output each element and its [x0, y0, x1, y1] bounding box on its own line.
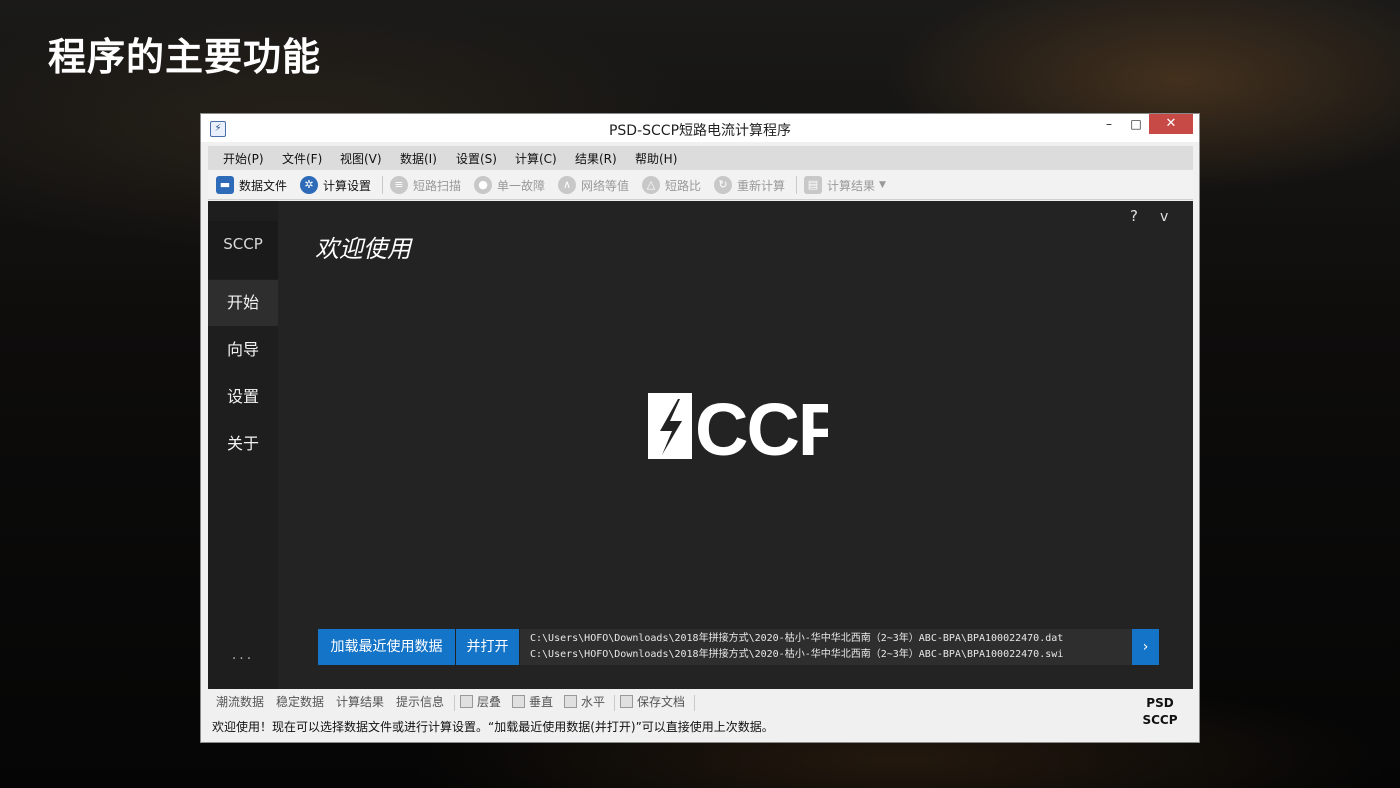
- short-ratio-button[interactable]: △ 短路比: [642, 175, 701, 195]
- close-button[interactable]: ✕: [1149, 114, 1193, 134]
- short-ratio-label: 短路比: [665, 178, 702, 193]
- network-equiv-label: 网络等值: [581, 178, 630, 193]
- recalc-label: 重新计算: [737, 178, 786, 193]
- tab-divider: [454, 695, 455, 711]
- calc-result-label: 计算结果: [827, 178, 876, 193]
- sidebar-item-wizard[interactable]: 向导: [208, 327, 278, 373]
- minimize-button[interactable]: –: [1097, 114, 1121, 134]
- toolbar: ▬ 数据文件 ✲ 计算设置 ≡ 短路扫描 ● 单一故障 ∧ 网络等值 △ 短路比…: [208, 170, 1193, 200]
- menu-help[interactable]: 帮助(H): [635, 150, 677, 167]
- wave-icon: ∧: [558, 176, 576, 194]
- vertical-button[interactable]: 垂直: [512, 693, 553, 710]
- badge-line-psd: PSD: [1146, 696, 1174, 710]
- menu-calc[interactable]: 计算(C): [515, 150, 557, 167]
- bottom-panel: 潮流数据 稳定数据 计算结果 提示信息 层叠 垂直 水平 保存文档 PSD SC…: [208, 689, 1193, 739]
- single-fault-label: 单一故障: [497, 178, 546, 193]
- save-doc-label: 保存文档: [637, 695, 686, 709]
- recent-files-list: C:\Users\HOFO\Downloads\2018年拼接方式\2020-枯…: [520, 629, 1132, 665]
- sidebar-brand: SCCP: [208, 221, 278, 279]
- open-button[interactable]: 并打开: [456, 629, 519, 665]
- load-recent-button[interactable]: 加载最近使用数据: [318, 629, 455, 665]
- toolbar-divider: [796, 176, 797, 194]
- refresh-icon: ↻: [714, 176, 732, 194]
- network-equiv-button[interactable]: ∧ 网络等值: [558, 175, 629, 195]
- side-nav: SCCP 开始 向导 设置 关于 ...: [208, 201, 278, 689]
- horizontal-label: 水平: [581, 695, 606, 709]
- short-scan-label: 短路扫描: [413, 178, 462, 193]
- save-doc-button[interactable]: 保存文档: [620, 693, 685, 710]
- menu-results[interactable]: 结果(R): [575, 150, 617, 167]
- tab-power-flow[interactable]: 潮流数据: [216, 693, 264, 710]
- more-icon[interactable]: ...: [208, 647, 278, 663]
- tab-divider: [694, 695, 695, 711]
- psd-sccp-badge: PSD SCCP: [1138, 695, 1182, 729]
- calc-settings-button[interactable]: ✲ 计算设置: [300, 175, 371, 195]
- tab-hints[interactable]: 提示信息: [396, 693, 444, 710]
- recent-file-path: C:\Users\HOFO\Downloads\2018年拼接方式\2020-枯…: [530, 633, 1064, 644]
- recent-file-path: C:\Users\HOFO\Downloads\2018年拼接方式\2020-枯…: [530, 649, 1064, 660]
- next-arrow-button[interactable]: ›: [1132, 629, 1159, 665]
- vertical-label: 垂直: [529, 695, 554, 709]
- tab-stability[interactable]: 稳定数据: [276, 693, 324, 710]
- status-message: 欢迎使用！现在可以选择数据文件或进行计算设置。“加载最近使用数据(并打开)”可以…: [212, 720, 774, 734]
- cascade-icon: [460, 695, 473, 708]
- badge-line-sccp: SCCP: [1142, 713, 1178, 727]
- sidebar-item-about[interactable]: 关于: [208, 421, 278, 467]
- tower-icon: △: [642, 176, 660, 194]
- maximize-button[interactable]: □: [1124, 114, 1148, 134]
- save-icon: [620, 695, 633, 708]
- gear-icon: ✲: [300, 176, 318, 194]
- single-fault-button[interactable]: ● 单一故障: [474, 175, 545, 195]
- recalc-button[interactable]: ↻ 重新计算: [714, 175, 785, 195]
- menu-view[interactable]: 视图(V): [340, 150, 382, 167]
- sccp-logo: CCP: [648, 391, 828, 463]
- split-vertical-icon: [512, 695, 525, 708]
- tab-divider: [614, 695, 615, 711]
- help-button[interactable]: ?: [1130, 207, 1138, 225]
- title-bar: ⚡ PSD-SCCP短路电流计算程序 – □ ✕: [201, 114, 1199, 142]
- menu-data[interactable]: 数据(I): [400, 150, 437, 167]
- split-horizontal-icon: [564, 695, 577, 708]
- slide-title: 程序的主要功能: [48, 35, 322, 79]
- sidebar-item-settings[interactable]: 设置: [208, 374, 278, 420]
- cascade-button[interactable]: 层叠: [460, 693, 501, 710]
- tab-results[interactable]: 计算结果: [336, 693, 384, 710]
- sidebar-item-start[interactable]: 开始: [208, 280, 278, 326]
- cascade-label: 层叠: [477, 695, 502, 709]
- logo-text: CCP: [695, 391, 828, 463]
- menu-file[interactable]: 文件(F): [282, 150, 322, 167]
- calc-result-button[interactable]: ▤ 计算结果 ▼: [804, 175, 886, 195]
- app-window: ⚡ PSD-SCCP短路电流计算程序 – □ ✕ 开始(P) 文件(F) 视图(…: [200, 113, 1200, 743]
- collapse-button[interactable]: v: [1160, 209, 1168, 225]
- data-file-button[interactable]: ▬ 数据文件: [216, 175, 287, 195]
- calc-settings-label: 计算设置: [323, 178, 372, 193]
- location-pin-icon: ●: [474, 176, 492, 194]
- menu-bar: 开始(P) 文件(F) 视图(V) 数据(I) 设置(S) 计算(C) 结果(R…: [208, 146, 1193, 170]
- list-icon: ≡: [390, 176, 408, 194]
- horizontal-button[interactable]: 水平: [564, 693, 605, 710]
- short-scan-button[interactable]: ≡ 短路扫描: [390, 175, 461, 195]
- chevron-down-icon[interactable]: ▼: [879, 180, 886, 190]
- menu-settings[interactable]: 设置(S): [456, 150, 497, 167]
- clipboard-icon: ▤: [804, 176, 822, 194]
- data-file-label: 数据文件: [239, 178, 288, 193]
- window-title: PSD-SCCP短路电流计算程序: [608, 123, 792, 139]
- menu-start[interactable]: 开始(P): [223, 150, 264, 167]
- toolbar-divider: [382, 176, 383, 194]
- welcome-heading: 欢迎使用: [315, 235, 411, 263]
- document-icon: ▬: [216, 176, 234, 194]
- main-content: SCCP 开始 向导 设置 关于 ... ? v 欢迎使用 CCP 加载最近使用…: [208, 201, 1193, 689]
